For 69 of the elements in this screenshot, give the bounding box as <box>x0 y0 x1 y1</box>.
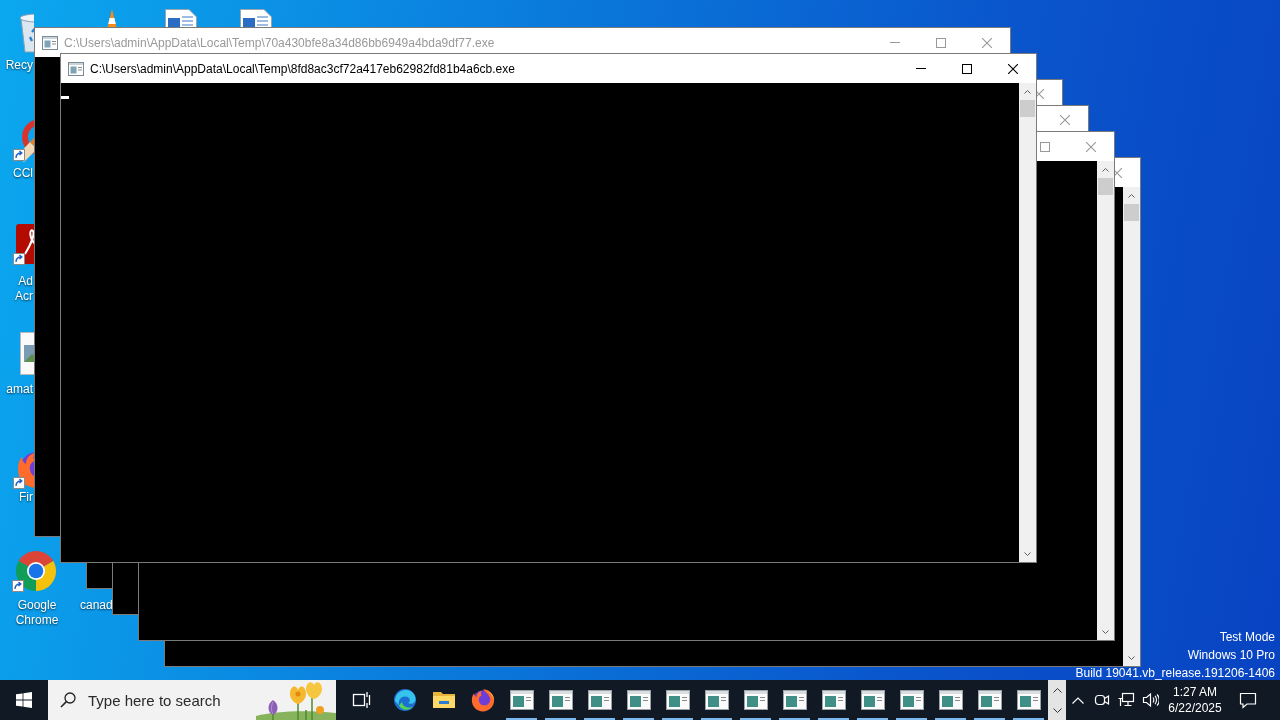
close-icon <box>1037 89 1044 99</box>
maximize-icon <box>936 37 946 48</box>
desktop-icon-label[interactable]: CCl <box>0 166 33 181</box>
windows-logo-icon <box>16 692 32 708</box>
window-title: C:\Users\admin\AppData\Local\Temp\70a430bfe8a34d86bb6949a4bda9df77.exe <box>64 35 495 50</box>
console-window-icon <box>665 690 690 710</box>
console-window-icon <box>938 690 963 710</box>
close-icon <box>1060 115 1070 125</box>
clock-button[interactable]: 1:27 AM 6/22/2025 <box>1162 680 1228 720</box>
scrollbar[interactable] <box>1097 161 1114 640</box>
console-window-icon <box>626 690 651 710</box>
close-icon <box>1115 167 1122 178</box>
desktop-icon-label[interactable]: amat <box>0 382 33 397</box>
close-icon <box>1086 141 1096 152</box>
caret-up-icon <box>1052 687 1062 693</box>
minimize-icon <box>916 68 926 69</box>
caret-down-icon <box>1102 629 1109 634</box>
scrollbar-thumb[interactable] <box>1020 100 1035 117</box>
minimize-icon <box>890 42 900 43</box>
console-window-icon <box>1016 690 1041 710</box>
search-input[interactable]: Type here to search <box>88 691 256 709</box>
caret-down-icon <box>1128 655 1135 660</box>
close-icon <box>982 37 992 48</box>
console-window-icon <box>743 690 768 710</box>
desktop-icon-label[interactable]: Recy <box>0 58 33 73</box>
console-window-icon <box>782 690 807 710</box>
scrollbar-thumb[interactable] <box>1098 178 1113 195</box>
system-info-text: Test Mode <box>1219 631 1275 644</box>
search-icon <box>60 692 76 708</box>
network-monitor-icon <box>1117 692 1135 708</box>
window-title: C:\Users\admin\AppData\Local\Temp\8fd8ac3cf72a417eb62982fd81b4a6cb.exe <box>90 61 515 76</box>
flame-globe-icon <box>470 688 495 712</box>
chevron-up-icon <box>1072 696 1084 704</box>
image-file-icon[interactable] <box>19 330 34 376</box>
caret-down-icon <box>1052 707 1062 713</box>
desktop-icon-label[interactable]: Fir <box>0 490 33 505</box>
caret-up-icon <box>1024 89 1031 94</box>
system-info-text: Windows 10 Pro <box>1187 649 1275 662</box>
task-view-icon <box>350 690 371 710</box>
console-window-icon <box>509 690 534 710</box>
document-icon[interactable] <box>238 9 274 27</box>
console-window-icon <box>42 34 58 51</box>
close-icon <box>1008 63 1018 74</box>
swirl-icon <box>392 688 417 712</box>
console-window-icon <box>821 690 846 710</box>
maximize-icon <box>962 63 972 74</box>
caret-down-icon <box>1024 551 1031 556</box>
speaker-icon <box>1141 692 1159 708</box>
desktop-icon-label[interactable]: Ad Acr <box>8 274 33 304</box>
maximize-icon <box>1040 141 1050 152</box>
desktop-icon-label[interactable]: canad <box>80 598 113 613</box>
document-icon[interactable] <box>163 9 199 27</box>
search-box[interactable]: Type here to search <box>48 680 336 720</box>
caret-up-icon <box>1128 193 1135 198</box>
console-window-icon <box>899 690 924 710</box>
console-window-icon <box>704 690 729 710</box>
camera-icon <box>1094 693 1110 707</box>
console-window-icon <box>68 60 84 77</box>
scrollbar-thumb[interactable] <box>1124 204 1139 221</box>
console-window-icon <box>860 690 885 710</box>
scrollbar[interactable] <box>1019 83 1036 562</box>
desktop-icon-label[interactable]: Google Chrome <box>0 598 74 628</box>
console-window-icon <box>587 690 612 710</box>
speech-bubble-icon <box>1239 691 1257 709</box>
scrollbar[interactable] <box>1123 187 1140 666</box>
console-window-icon <box>548 690 573 710</box>
console-window-icon <box>977 690 1002 710</box>
system-info-text: Build 19041.vb_release.191206-1406 <box>1075 667 1275 680</box>
caret-up-icon <box>1102 167 1109 172</box>
